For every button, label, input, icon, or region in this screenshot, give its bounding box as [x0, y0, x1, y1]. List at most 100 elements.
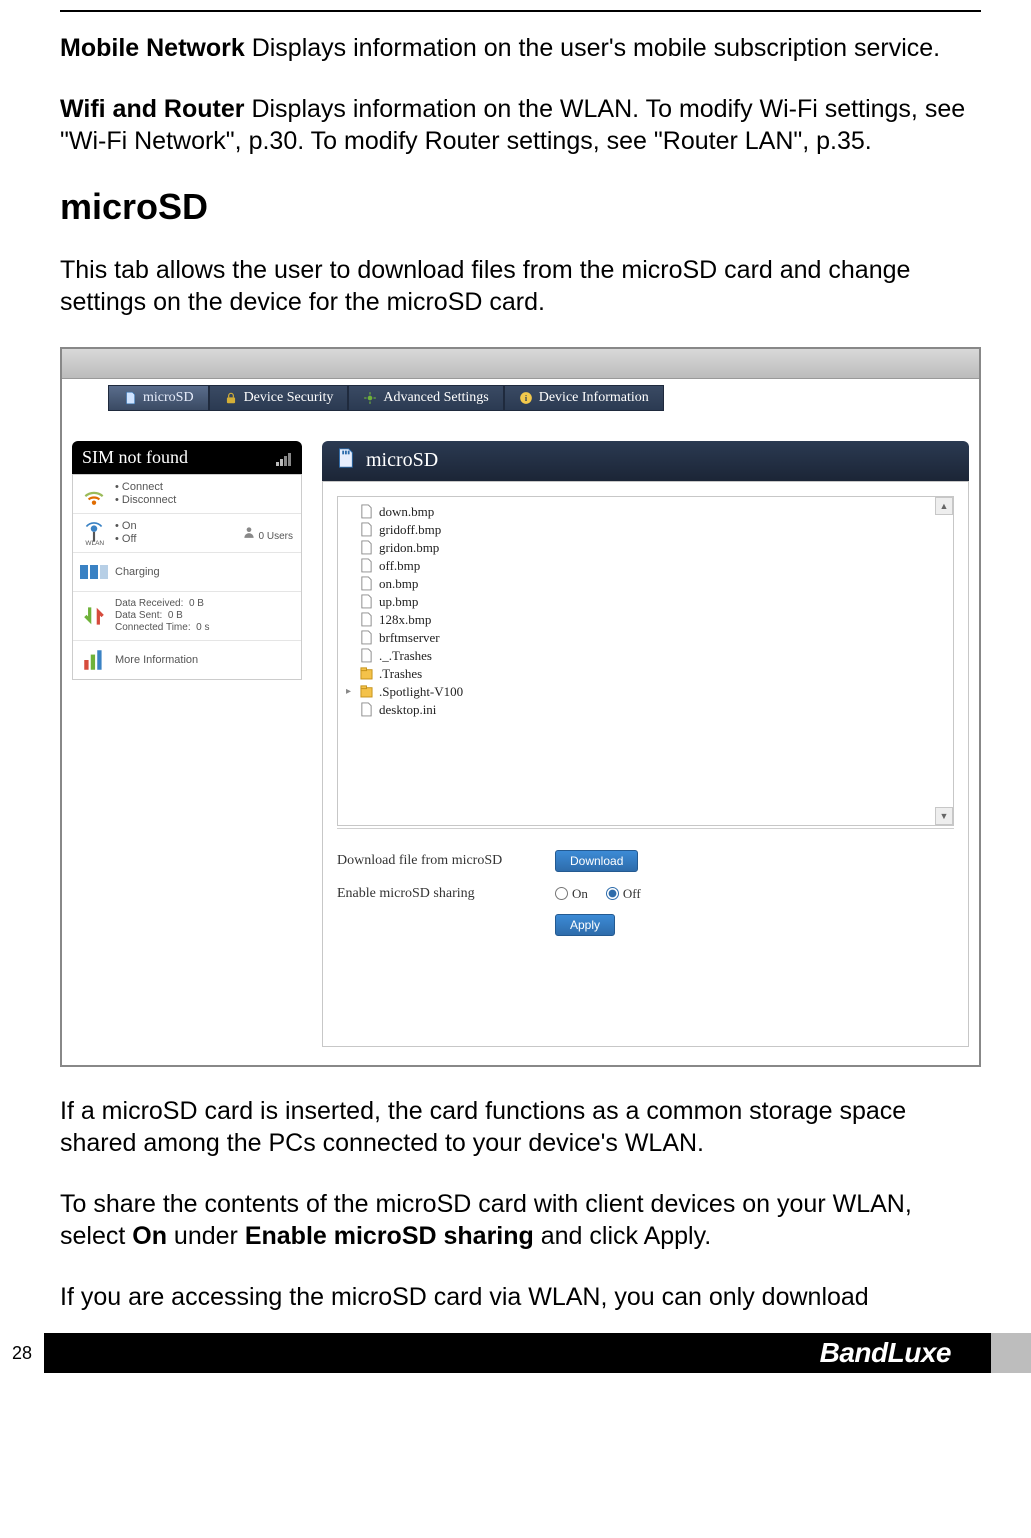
connect-label[interactable]: Connect	[122, 481, 163, 493]
file-icon	[360, 612, 373, 627]
sb-row-stats: Data Received: 0 B Data Sent: 0 B Connec…	[73, 592, 301, 641]
stat-sent-value: 0 B	[168, 610, 183, 621]
term-wifi-router: Wifi and Router	[60, 95, 245, 123]
footer-endcap	[991, 1333, 1031, 1373]
file-name: gridoff.bmp	[379, 522, 441, 538]
sb-row-more[interactable]: More Information	[73, 641, 301, 679]
term-mobile-network: Mobile Network	[60, 34, 245, 62]
wlan-users: 0 Users	[259, 531, 293, 542]
file-item[interactable]: ▸gridon.bmp	[346, 539, 945, 557]
download-label: Download file from microSD	[337, 853, 537, 869]
file-name: down.bmp	[379, 504, 434, 520]
file-name: off.bmp	[379, 558, 420, 574]
folder-icon	[360, 666, 373, 681]
file-list[interactable]: ▲ ▸down.bmp▸gridoff.bmp▸gridon.bmp▸off.b…	[337, 496, 954, 826]
charging-label: Charging	[115, 566, 293, 579]
tab-microsd[interactable]: microSD	[108, 385, 209, 411]
data-transfer-icon	[81, 603, 107, 629]
file-name: ._.Trashes	[379, 648, 432, 664]
file-item[interactable]: ▸._.Trashes	[346, 647, 945, 665]
file-item[interactable]: ▸up.bmp	[346, 593, 945, 611]
sb-row-wlan: WLAN • On • Off 0 Users	[73, 514, 301, 553]
paragraph-after-1: If a microSD card is inserted, the card …	[60, 1095, 981, 1160]
file-item[interactable]: ▸brftmserver	[346, 629, 945, 647]
wlan-antenna-icon: WLAN	[81, 520, 107, 546]
file-item[interactable]: ▸ .Spotlight-V100	[346, 683, 945, 701]
file-item[interactable]: ▸off.bmp	[346, 557, 945, 575]
more-info-label: More Information	[115, 654, 293, 667]
file-icon	[360, 558, 373, 573]
tab-device-security[interactable]: Device Security	[209, 385, 349, 411]
download-row: Download file from microSD Download	[337, 850, 954, 872]
heading-microsd: microSD	[60, 186, 981, 228]
file-icon	[360, 576, 373, 591]
file-icon	[360, 594, 373, 609]
file-item[interactable]: ▸down.bmp	[346, 503, 945, 521]
disconnect-label[interactable]: Disconnect	[122, 494, 176, 506]
folder-icon	[360, 684, 373, 699]
page-number: 28	[0, 1333, 44, 1373]
info-icon: i	[519, 391, 533, 405]
paragraph-microsd-intro: This tab allows the user to download fil…	[60, 254, 981, 319]
stat-recv-value: 0 B	[189, 598, 204, 609]
content-title: microSD	[366, 449, 438, 472]
signal-icon	[276, 450, 292, 464]
screenshot-microsd: microSDDevice SecurityAdvanced Settingsi…	[60, 347, 981, 1067]
sb-row-connect: • Connect • Disconnect	[73, 475, 301, 514]
radio-on[interactable]: On	[555, 886, 588, 902]
file-item[interactable]: ▸128x.bmp	[346, 611, 945, 629]
apply-button[interactable]: Apply	[555, 914, 615, 936]
tab-advanced-settings[interactable]: Advanced Settings	[348, 385, 503, 411]
users-icon	[242, 525, 256, 539]
file-icon	[360, 702, 373, 717]
sb-row-charging: Charging	[73, 553, 301, 592]
file-name: .Spotlight-V100	[379, 684, 463, 700]
content-header: microSD	[322, 441, 969, 481]
stat-time-value: 0 s	[196, 622, 209, 633]
file-name: brftmserver	[379, 630, 440, 646]
radio-off[interactable]: Off	[606, 886, 641, 902]
stat-recv-label: Data Received:	[115, 598, 183, 609]
file-icon	[360, 540, 373, 555]
wifi-arc-icon	[81, 481, 107, 507]
file-icon	[360, 630, 373, 645]
battery-icon	[81, 559, 107, 585]
sim-status: SIM not found	[82, 447, 188, 468]
paragraph-after-2: To share the contents of the microSD car…	[60, 1188, 981, 1253]
scroll-up-button[interactable]: ▲	[935, 497, 953, 515]
chevron-right-icon: ▸	[346, 686, 354, 697]
file-icon	[360, 648, 373, 663]
sidebar-header: SIM not found	[72, 441, 302, 474]
file-icon	[360, 504, 373, 519]
sd-icon	[123, 391, 137, 405]
stat-sent-label: Data Sent:	[115, 610, 162, 621]
gear-icon	[363, 391, 377, 405]
file-name: 128x.bmp	[379, 612, 431, 628]
desc-mobile-network: Displays information on the user's mobil…	[245, 34, 940, 62]
file-name: desktop.ini	[379, 702, 436, 718]
chart-icon	[81, 647, 107, 673]
file-item[interactable]: ▸desktop.ini	[346, 701, 945, 719]
scroll-down-button[interactable]: ▼	[935, 807, 953, 825]
file-name: .Trashes	[379, 666, 422, 682]
file-item[interactable]: ▸.Trashes	[346, 665, 945, 683]
sd-card-icon	[334, 447, 356, 475]
download-button[interactable]: Download	[555, 850, 638, 872]
paragraph-wifi-router: Wifi and Router Displays information on …	[60, 93, 981, 158]
wlan-on[interactable]: On	[122, 520, 137, 532]
share-row: Enable microSD sharing On Off	[337, 886, 954, 902]
share-label: Enable microSD sharing	[337, 886, 537, 902]
file-item[interactable]: ▸gridoff.bmp	[346, 521, 945, 539]
file-name: gridon.bmp	[379, 540, 439, 556]
paragraph-after-3: If you are accessing the microSD card vi…	[60, 1281, 981, 1314]
footer-bar: 28 BandLuxe	[0, 1333, 1031, 1373]
brand-logo: BandLuxe	[820, 1337, 991, 1369]
file-item[interactable]: ▸on.bmp	[346, 575, 945, 593]
file-name: up.bmp	[379, 594, 418, 610]
tab-device-information[interactable]: iDevice Information	[504, 385, 664, 411]
file-icon	[360, 522, 373, 537]
stat-time-label: Connected Time:	[115, 622, 191, 633]
paragraph-mobile-network: Mobile Network Displays information on t…	[60, 32, 981, 65]
svg-text:WLAN: WLAN	[85, 540, 104, 546]
wlan-off[interactable]: Off	[122, 533, 136, 545]
